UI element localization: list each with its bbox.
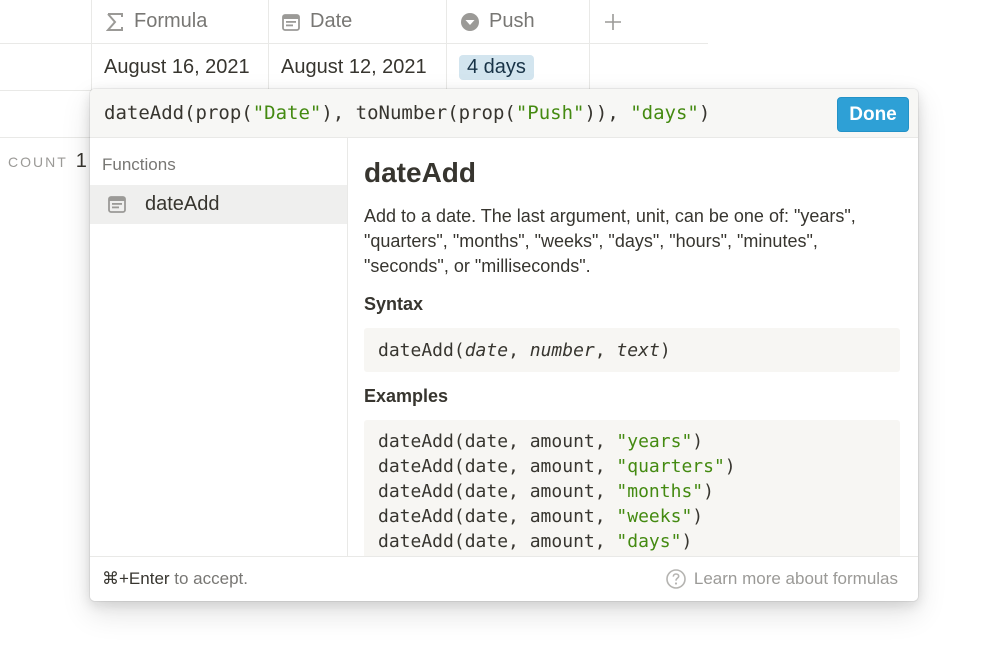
row-divider — [0, 137, 92, 138]
select-icon — [459, 11, 481, 33]
column-divider — [446, 0, 447, 90]
column-header-label: Date — [310, 10, 353, 32]
example-line: dateAdd(date, amount, "months") — [378, 481, 714, 502]
date-cell[interactable]: August 12, 2021 — [281, 44, 427, 90]
formula-input-bar: dateAdd(prop("Date"), toNumber(prop("Pus… — [90, 89, 918, 138]
formula-editor-popup: dateAdd(prop("Date"), toNumber(prop("Pus… — [90, 89, 918, 601]
count-label: COUNT — [8, 153, 68, 170]
function-item-label: dateAdd — [145, 193, 220, 215]
example-line: dateAdd(date, amount, "days") — [378, 531, 693, 552]
functions-section-label: Functions — [102, 155, 176, 174]
help-icon — [666, 569, 686, 589]
example-line: dateAdd(date, amount, "years") — [378, 431, 704, 452]
learn-more-label: Learn more about formulas — [693, 569, 898, 588]
count-summary[interactable]: COUNT 1 — [8, 150, 87, 173]
doc-description: Add to a date. The last argument, unit, … — [364, 206, 856, 276]
add-column-button[interactable] — [590, 0, 635, 43]
column-header-push[interactable]: Push — [459, 0, 535, 43]
formula-input[interactable]: dateAdd(prop("Date"), toNumber(prop("Pus… — [104, 102, 710, 124]
column-header-label: Formula — [134, 10, 208, 32]
formula-cell[interactable]: August 16, 2021 — [104, 44, 250, 90]
calendar-icon — [107, 194, 129, 216]
plus-icon — [604, 13, 621, 30]
function-list: Functions dateAdd — [90, 138, 348, 556]
function-item-dateadd[interactable]: dateAdd — [90, 185, 347, 224]
syntax-code: dateAdd(date, number, text) — [364, 328, 900, 372]
column-header-formula[interactable]: Formula — [104, 0, 207, 43]
done-button[interactable]: Done — [837, 97, 909, 132]
example-line: dateAdd(date, amount, "weeks") — [378, 506, 704, 527]
count-value: 1 — [75, 150, 87, 172]
example-line: dateAdd(date, amount, "quarters") — [378, 456, 736, 477]
sigma-icon — [104, 11, 126, 33]
select-tag: 4 days — [459, 54, 534, 80]
examples-heading: Examples — [364, 386, 449, 406]
doc-title: dateAdd — [364, 157, 476, 188]
syntax-heading: Syntax — [364, 294, 424, 314]
column-divider — [268, 0, 269, 90]
popup-footer: ⌘+Enter to accept. Learn more about form… — [90, 556, 918, 601]
calendar-icon — [280, 11, 302, 33]
keyboard-hint: ⌘+Enter to accept. — [102, 569, 248, 588]
column-header-label: Push — [489, 10, 535, 32]
push-cell[interactable]: 4 days — [459, 44, 534, 90]
function-documentation: dateAdd Add to a date. The last argument… — [348, 138, 918, 556]
learn-more-link[interactable]: Learn more about formulas — [666, 567, 898, 591]
shortcut-label: ⌘+Enter — [102, 569, 170, 588]
examples-code: dateAdd(date, amount, "years") dateAdd(da… — [364, 420, 900, 556]
column-divider — [91, 0, 92, 90]
column-header-date[interactable]: Date — [280, 0, 352, 43]
